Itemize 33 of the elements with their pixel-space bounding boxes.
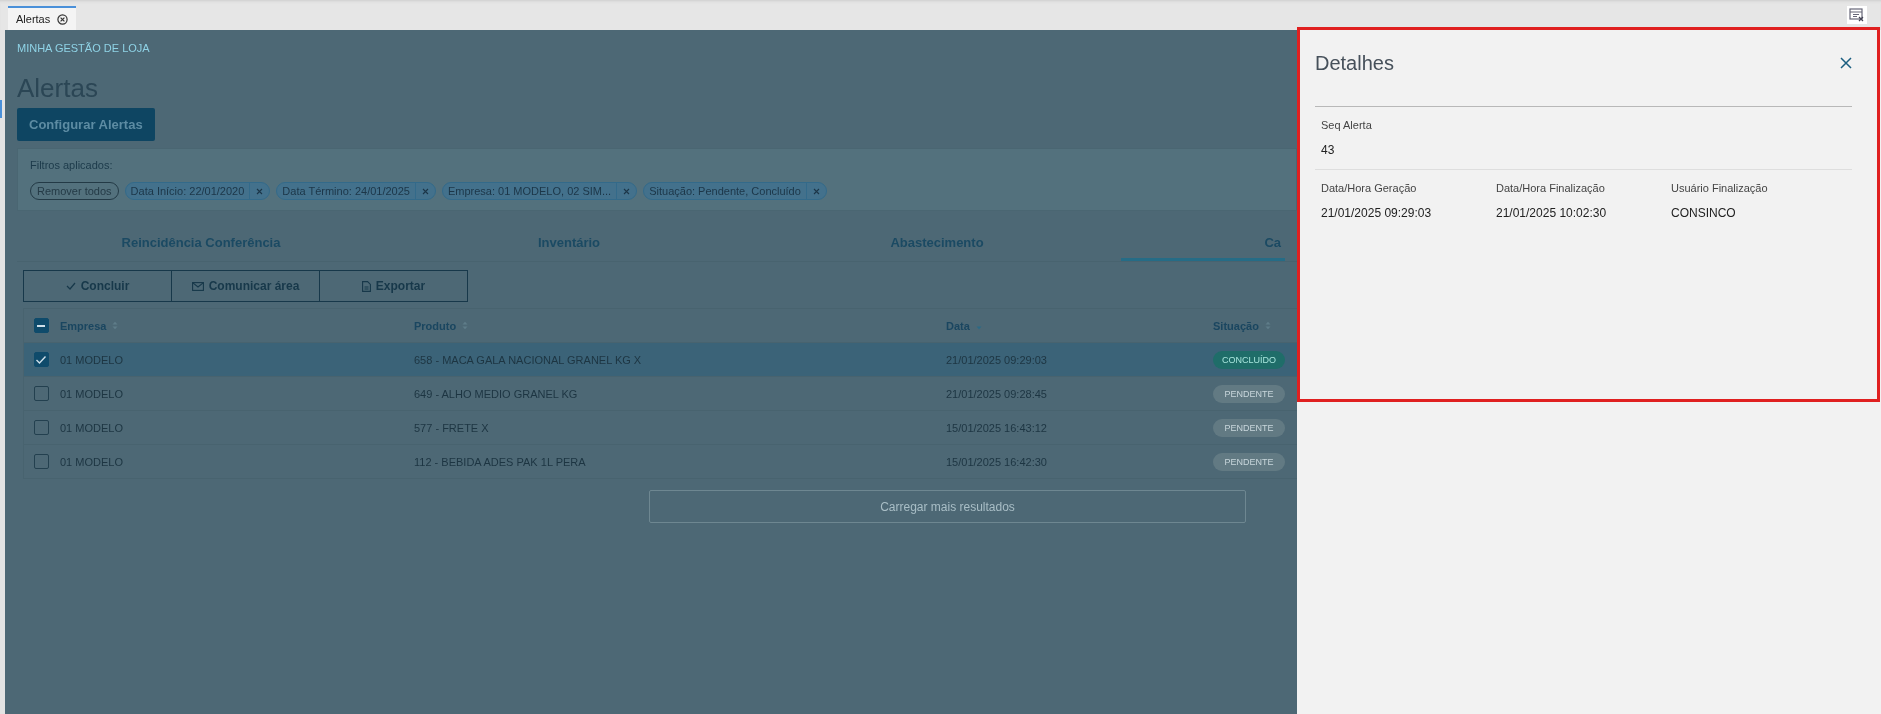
envelope-icon <box>191 281 204 291</box>
row-checkbox[interactable] <box>33 454 49 469</box>
drawer-title: Detalhes <box>1315 52 1394 75</box>
field-label: Data/Hora Finalização <box>1496 182 1606 194</box>
configure-alerts-button[interactable]: Configurar Alertas <box>17 108 155 141</box>
field-label: Seq Alerta <box>1321 119 1373 131</box>
status-badge: PENDENTE <box>1213 418 1285 437</box>
select-all-checkbox[interactable] <box>33 318 49 333</box>
app-tab[interactable]: Alertas <box>8 6 77 30</box>
breadcrumb[interactable]: MINHA GESTÃO DE LOJA <box>17 42 1297 54</box>
status-badge: PENDENTE <box>1213 452 1285 471</box>
document-icon <box>361 280 371 292</box>
status-badge: CONCLUÍDO <box>1213 350 1285 369</box>
row-checkbox[interactable] <box>33 386 49 401</box>
filter-chip-label: Empresa: 01 MODELO, 02 SIM... <box>446 184 613 199</box>
field-label: Usuário Finalização <box>1671 182 1769 194</box>
field-label: Data/Hora Geração <box>1321 182 1418 194</box>
load-more-button[interactable]: Carregar mais resultados <box>649 490 1246 523</box>
filter-chip-label: Data Início: 22/01/2020 <box>129 184 246 199</box>
field-value: 21/01/2025 09:29:03 <box>1321 206 1433 220</box>
side-marker <box>0 100 2 118</box>
close-icon[interactable] <box>1840 57 1852 69</box>
filter-chip-label: Situação: Pendente, Concluído <box>648 184 802 199</box>
status-badge: PENDENTE <box>1213 384 1285 403</box>
field-value: 21/01/2025 10:02:30 <box>1496 206 1608 220</box>
row-checkbox[interactable] <box>33 420 49 435</box>
close-icon[interactable] <box>57 13 69 25</box>
row-checkbox[interactable] <box>33 352 49 367</box>
filter-chip-label: Data Término: 24/01/2025 <box>281 184 411 199</box>
window-close-icon[interactable] <box>1847 6 1867 24</box>
field-value: CONSINCO <box>1671 206 1737 220</box>
check-icon <box>65 282 76 290</box>
field-value: 43 <box>1321 143 1336 157</box>
